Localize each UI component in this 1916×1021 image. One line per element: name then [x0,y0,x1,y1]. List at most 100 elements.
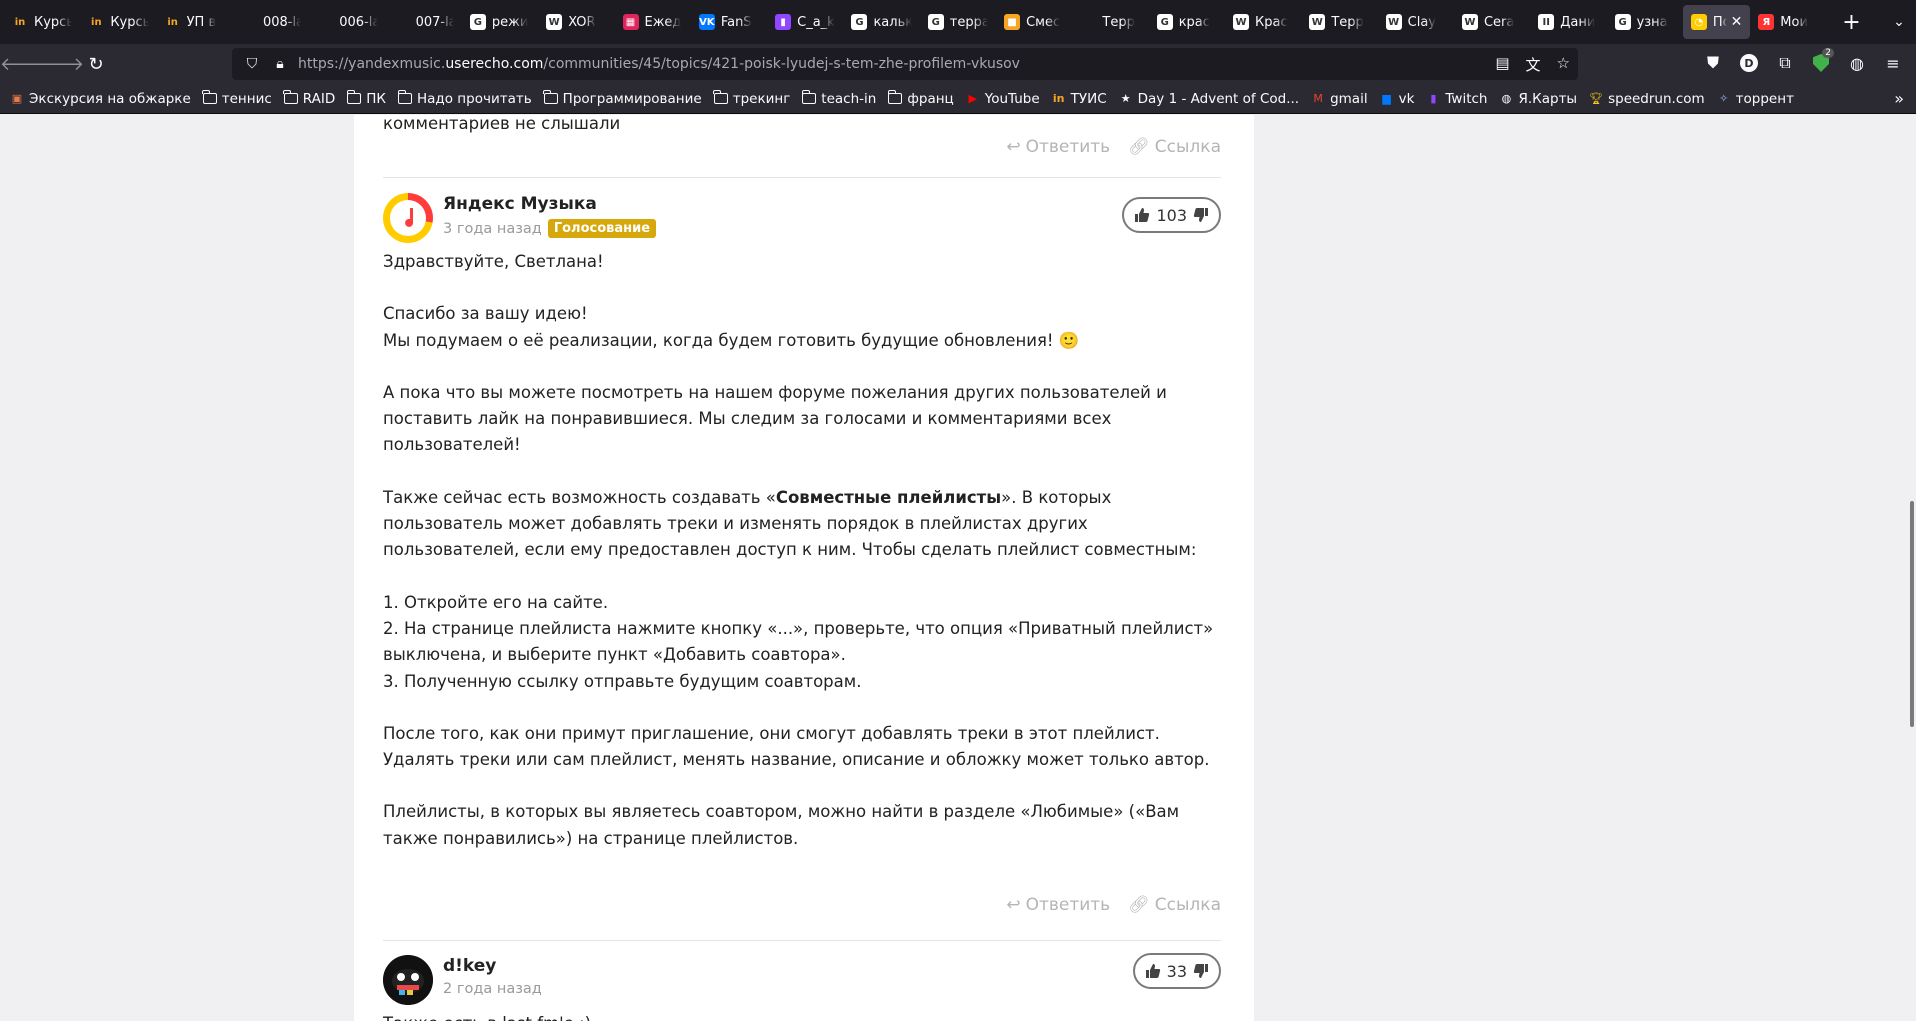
tracking-protection-icon[interactable]: ⛉ [242,56,262,72]
bookmark-item[interactable]: ПК [346,90,386,107]
tab[interactable]: Терр [1072,5,1148,39]
bookmark-item[interactable]: трекинг [713,90,790,107]
tab[interactable]: Я Мои [1750,5,1826,39]
reader-view-icon[interactable]: ▤ [1495,54,1509,75]
address-bar[interactable]: ⛉ 🔒︎ https://yandexmusic.userecho.com/co… [232,48,1578,80]
tab-label: кальк [873,14,912,30]
thumbs-down-icon[interactable] [1193,963,1209,979]
forward-button[interactable]: 🡒 [36,48,84,80]
new-tab-button[interactable]: + [1835,5,1869,39]
tab[interactable]: W Clay [1378,5,1454,39]
bookmark-item[interactable]: ◍ Я.Карты [1499,91,1577,107]
extensions-icon[interactable]: ⧉ [1770,48,1800,78]
bookmark-item[interactable]: Надо прочитать [397,90,532,107]
translate-icon[interactable]: 文 [1526,54,1541,75]
tab[interactable]: VK FanS [691,5,767,39]
vote-count: 33 [1166,961,1187,981]
yandex-icon: Я [1758,14,1775,30]
bookmark-item[interactable]: ★ Day 1 - Advent of Cod... [1119,91,1299,107]
bookmark-item[interactable]: ▣ Экскурсия на обжарке [10,91,191,107]
scrollbar-thumb[interactable] [1910,501,1914,727]
tab-label: Мои [1780,14,1808,30]
tab[interactable]: Gузна [1607,5,1683,39]
tab[interactable]: W Крас [1225,5,1301,39]
blank-favicon [317,14,333,30]
comment-author[interactable]: Яндекс Музыка [443,193,656,215]
bookmark-item[interactable]: ▆ vk [1380,91,1414,107]
tab[interactable]: in Курсы [4,5,80,39]
tab-strip: inКурсыinКурсыinУП в008-lab_006-lab_007-… [0,0,1916,44]
bookmark-label: ПК [366,90,386,107]
bookmark-item[interactable]: теннис [202,90,272,107]
account-button[interactable]: D [1734,48,1764,78]
adblock-shield-icon[interactable]: 2 [1806,48,1836,78]
tab[interactable]: 008-lab_ [233,5,309,39]
bookmark-label: gmail [1330,90,1368,107]
bookmark-item[interactable]: in ТУИС [1052,91,1107,107]
status-badge[interactable]: Голосование [547,219,657,238]
tab[interactable]: Gкрас [1149,5,1225,39]
tab[interactable]: Gкальк [843,5,919,39]
google-icon: G [927,14,944,30]
tab[interactable]: II Дани [1530,5,1606,39]
permalink[interactable]: 🔗︎ Ссылка [1128,895,1221,915]
bookmark-item[interactable]: франц [887,90,954,107]
tab[interactable]: W Терр [1301,5,1377,39]
thumbs-up-icon[interactable] [1145,963,1161,979]
close-tab-icon[interactable]: ✕ [1731,14,1743,30]
tab-active[interactable]: ◔ По✕ [1682,5,1751,39]
vk-icon: ▆ [1382,92,1391,105]
yandex-music-avatar[interactable] [383,193,433,243]
bookmark-item[interactable]: 🏆︎ speedrun.com [1589,91,1705,107]
bookmark-label: Day 1 - Advent of Cod... [1137,90,1300,107]
tab[interactable]: W Cera [1454,5,1530,39]
bookmark-star-icon[interactable]: ☆ [1557,54,1570,75]
bookmark-item[interactable]: ▮ Twitch [1426,91,1487,107]
tab[interactable]: ■ Смес [996,5,1072,39]
bookmark-item[interactable]: ✧ торрент [1717,91,1794,107]
bookmark-item[interactable]: RAID [283,90,335,107]
comment-author[interactable]: d!key [443,955,542,977]
bookmark-item[interactable]: Mgmail [1311,90,1368,107]
reload-button[interactable]: ↻ [80,48,112,80]
tab-label: FanS [720,14,752,30]
url-text[interactable]: https://yandexmusic.userecho.com/communi… [298,56,1020,72]
tab-label: XOR [568,14,596,30]
thumbs-up-icon[interactable] [1134,207,1150,223]
image-icon: ▣ [11,92,23,105]
bookmark-item[interactable]: Программирование [543,90,702,107]
avatar: D [1740,54,1758,72]
menu-icon[interactable]: ≡ [1878,48,1908,78]
link-icon: 🔗︎ [1128,895,1150,915]
tab[interactable]: Gрежи [462,5,538,39]
tab[interactable]: in УП в [157,5,233,39]
youtube-icon: ▶ [968,92,977,105]
tab[interactable]: ▮ C_a_k [767,5,843,39]
comment-time[interactable]: 3 года назад [443,221,542,237]
thumbs-down-icon[interactable] [1193,207,1209,223]
tab[interactable]: W XOR [538,5,614,39]
page-scrollbar[interactable] [1904,115,1916,1021]
permalink[interactable]: 🔗︎ Ссылка [1128,137,1221,157]
tab[interactable]: 007-lab_ [386,5,462,39]
bookmark-item[interactable]: teach-in [801,90,876,107]
page-viewport: комментариев не слышали ↩ Ответить 🔗︎ Ссыл… [0,115,1916,1021]
tab[interactable]: ▦ Ежед [615,5,691,39]
pocket-icon[interactable]: ⛊ [1698,48,1728,78]
tab-label: По [1712,14,1727,30]
comment-time[interactable]: 2 года назад [443,981,542,997]
reply-link[interactable]: ↩ Ответить [1006,895,1110,915]
tab[interactable]: Gтерра [920,5,996,39]
reply-link[interactable]: ↩ Ответить [1006,137,1110,157]
user-avatar[interactable] [383,955,433,1005]
tab-label: Курсы [34,14,73,30]
bookmarks-overflow-icon[interactable]: » [1894,89,1904,108]
lock-icon[interactable]: 🔒︎ [270,56,290,72]
paragraph: Плейлисты, в которых вы являетесь соавто… [383,802,1180,848]
star-icon: ★ [1120,92,1131,105]
tab[interactable]: 006-lab_ [309,5,385,39]
vpn-globe-icon[interactable]: ◍ [1842,48,1872,78]
list-all-tabs-icon[interactable]: ⌄ [1882,5,1916,39]
tab[interactable]: in Курсы [80,5,156,39]
bookmark-item[interactable]: ▶ YouTube [966,91,1040,107]
